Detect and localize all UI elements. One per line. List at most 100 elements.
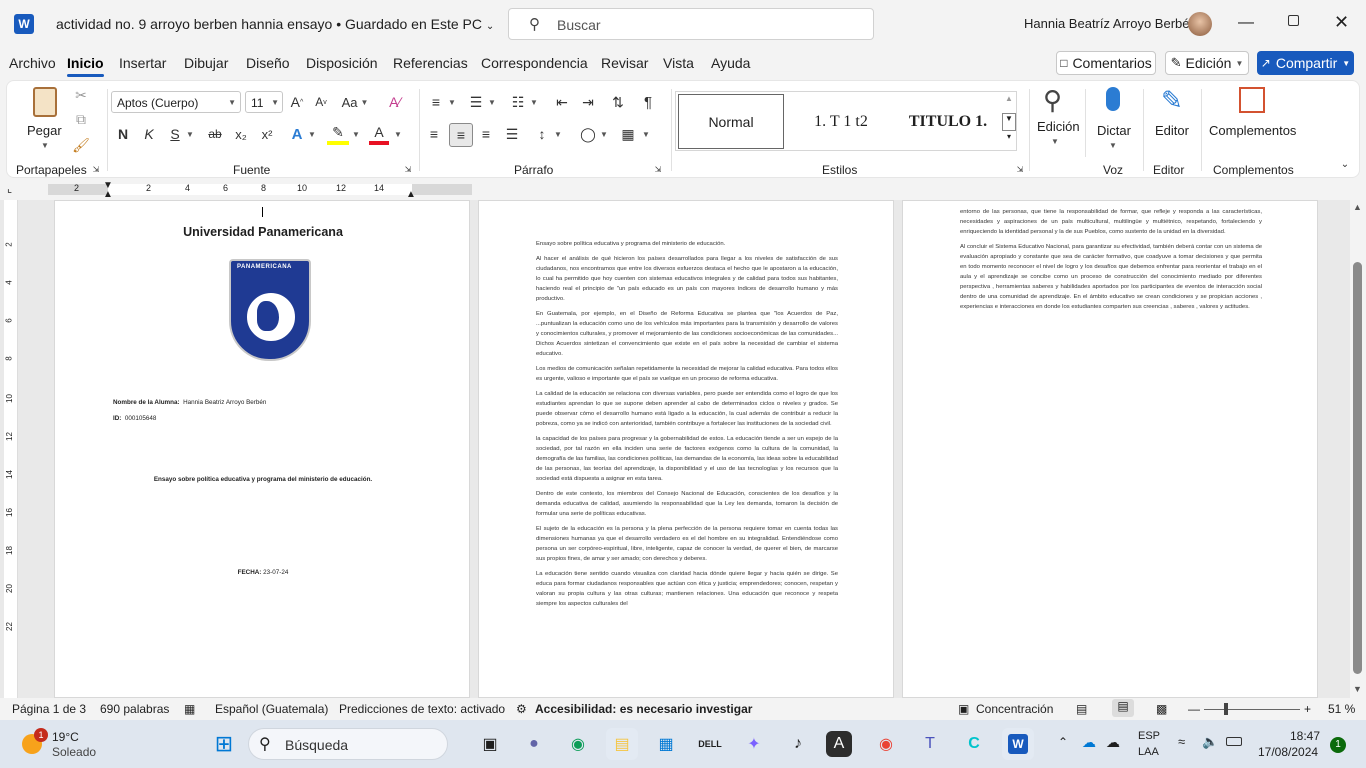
align-center-icon[interactable]: ≡: [449, 123, 473, 147]
page-3[interactable]: entorno de las personas, que tiene la re…: [902, 200, 1318, 698]
page-2[interactable]: Ensayo sobre política educativa y progra…: [478, 200, 894, 698]
dictate-button[interactable]: Dictar ▼: [1095, 85, 1131, 151]
chevron-down-icon[interactable]: ▼: [185, 129, 195, 139]
more-styles-icon[interactable]: ▾: [1002, 132, 1016, 150]
vertical-scrollbar[interactable]: ▲ ▼: [1350, 200, 1366, 698]
zoom-slider-thumb[interactable]: [1224, 703, 1228, 715]
line-spacing-icon[interactable]: ↕: [531, 123, 553, 145]
page-1[interactable]: Universidad Panamericana PANAMERICANA No…: [54, 200, 470, 698]
proofing-icon[interactable]: ▦: [184, 702, 195, 716]
chevron-down-icon[interactable]: ▼: [529, 97, 539, 107]
editing-button[interactable]: ⚲ Edición ▼: [1037, 85, 1080, 151]
store-icon[interactable]: ▦: [650, 728, 682, 760]
tab-disposicion[interactable]: Disposición: [306, 55, 378, 71]
chevron-down-icon[interactable]: ▼: [553, 129, 563, 139]
document-canvas[interactable]: 2 4 6 8 10 12 14 16 18 20 22 Universidad…: [0, 200, 1350, 698]
battery-icon[interactable]: [1226, 737, 1242, 746]
decrease-indent-icon[interactable]: ⇤: [551, 91, 573, 113]
shading-icon[interactable]: ◯: [577, 123, 599, 145]
zoom-out-icon[interactable]: —: [1188, 702, 1200, 716]
font-color-icon[interactable]: A: [369, 123, 389, 145]
paste-button[interactable]: Pegar ▼: [25, 85, 65, 151]
style-t1t2[interactable]: 1. T 1 t2: [788, 94, 894, 149]
strikethrough-button[interactable]: ab: [205, 123, 225, 145]
print-layout-icon[interactable]: ▤: [1112, 699, 1134, 717]
justify-icon[interactable]: ☰: [501, 123, 523, 145]
task-view-icon[interactable]: ▣: [474, 728, 506, 760]
editor-button[interactable]: ✎ Editor: [1153, 85, 1191, 151]
dell-icon[interactable]: DELL: [694, 728, 726, 760]
align-left-icon[interactable]: ≡: [423, 123, 445, 145]
chrome-icon[interactable]: ◉: [870, 728, 902, 760]
file-explorer-icon[interactable]: ▤: [606, 728, 638, 760]
format-painter-icon[interactable]: 🖌: [71, 135, 91, 155]
language-status[interactable]: Español (Guatemala): [215, 702, 328, 716]
focus-mode-button[interactable]: Concentración: [976, 702, 1053, 716]
tab-insertar[interactable]: Insertar: [119, 55, 166, 71]
word-taskbar-icon[interactable]: W: [1002, 728, 1034, 760]
chevron-up-icon[interactable]: ⌃: [1058, 735, 1068, 749]
tab-archivo[interactable]: Archivo: [9, 55, 56, 71]
scroll-up-icon[interactable]: ▲: [1353, 202, 1362, 212]
copy-icon[interactable]: ⧉: [71, 109, 91, 129]
document-title[interactable]: actividad no. 9 arroyo berben hannia ens…: [56, 16, 494, 32]
canva-icon[interactable]: C: [958, 728, 990, 760]
borders-icon[interactable]: ▦: [617, 123, 639, 145]
pilcrow-icon[interactable]: ¶: [637, 91, 659, 113]
edge-icon[interactable]: ◉: [562, 728, 594, 760]
chevron-down-icon[interactable]: ▼: [447, 97, 457, 107]
clear-format-icon[interactable]: A∕: [384, 91, 406, 113]
scroll-down-icon[interactable]: ▼: [1353, 684, 1362, 694]
increase-indent-icon[interactable]: ⇥: [577, 91, 599, 113]
dialog-launcher-icon[interactable]: ⇲: [91, 163, 101, 175]
restore-icon[interactable]: [1288, 15, 1299, 26]
dialog-launcher-icon[interactable]: ⇲: [403, 163, 413, 175]
dialog-launcher-icon[interactable]: ⇲: [1015, 163, 1025, 175]
multilevel-list-icon[interactable]: ☷: [507, 91, 529, 113]
volume-icon[interactable]: 🔈: [1202, 734, 1218, 750]
search-box[interactable]: ⚲ Buscar: [508, 8, 874, 40]
wifi-icon[interactable]: ≈: [1178, 734, 1185, 749]
chevron-down-icon[interactable]: ▼: [641, 129, 651, 139]
tab-inicio[interactable]: Inicio: [67, 55, 104, 77]
teams-meet-icon[interactable]: ●: [518, 728, 550, 760]
page-count[interactable]: Página 1 de 3: [12, 702, 86, 716]
change-case-button[interactable]: Aa ▼: [339, 91, 371, 113]
chevron-down-icon[interactable]: ▼: [351, 129, 361, 139]
language-indicator[interactable]: ESP: [1138, 730, 1160, 742]
tab-ayuda[interactable]: Ayuda: [711, 55, 750, 71]
align-right-icon[interactable]: ≡: [475, 123, 497, 145]
adobe-icon[interactable]: A: [826, 731, 852, 757]
word-count[interactable]: 690 palabras: [100, 702, 169, 716]
bullets-icon[interactable]: ≡: [425, 91, 447, 113]
shrink-font-icon[interactable]: Av: [311, 91, 331, 113]
chevron-down-icon[interactable]: ▼: [393, 129, 403, 139]
numbering-icon[interactable]: ☰: [465, 91, 487, 113]
cut-icon[interactable]: ✂: [71, 85, 91, 105]
chevron-up-icon[interactable]: ▲: [1002, 94, 1016, 112]
onedrive-icon[interactable]: ☁: [1082, 734, 1096, 751]
tab-vista[interactable]: Vista: [663, 55, 694, 71]
tab-revisar[interactable]: Revisar: [601, 55, 648, 71]
tab-diseno[interactable]: Diseño: [246, 55, 290, 71]
tab-dibujar[interactable]: Dibujar: [184, 55, 228, 71]
comments-button[interactable]: □ Comentarios: [1056, 51, 1156, 75]
tiktok-icon[interactable]: ♪: [782, 728, 814, 760]
grow-font-icon[interactable]: A ^: [287, 91, 307, 113]
text-effects-icon[interactable]: A: [287, 123, 307, 145]
style-titulo1[interactable]: TITULO 1.: [898, 94, 998, 149]
right-indent-icon[interactable]: ▲: [406, 189, 416, 200]
taskbar-search[interactable]: ⚲ Búsqueda: [248, 728, 448, 760]
addins-button[interactable]: Complementos: [1209, 85, 1296, 151]
start-icon[interactable]: ⊞: [208, 728, 240, 760]
bold-button[interactable]: N: [113, 123, 133, 145]
chevron-down-icon[interactable]: ▼: [1002, 113, 1016, 131]
chevron-down-icon[interactable]: ▼: [307, 129, 317, 139]
chevron-down-icon[interactable]: ▼: [487, 97, 497, 107]
zoom-slider[interactable]: [1204, 703, 1300, 715]
zoom-in-icon[interactable]: +: [1304, 702, 1311, 716]
chevron-down-icon[interactable]: ▼: [599, 129, 609, 139]
font-name-select[interactable]: Aptos (Cuerpo) ▼: [111, 91, 241, 113]
weather-widget[interactable]: 1 19°C Soleado: [20, 728, 130, 760]
cloud-icon[interactable]: ☁: [1106, 734, 1120, 751]
